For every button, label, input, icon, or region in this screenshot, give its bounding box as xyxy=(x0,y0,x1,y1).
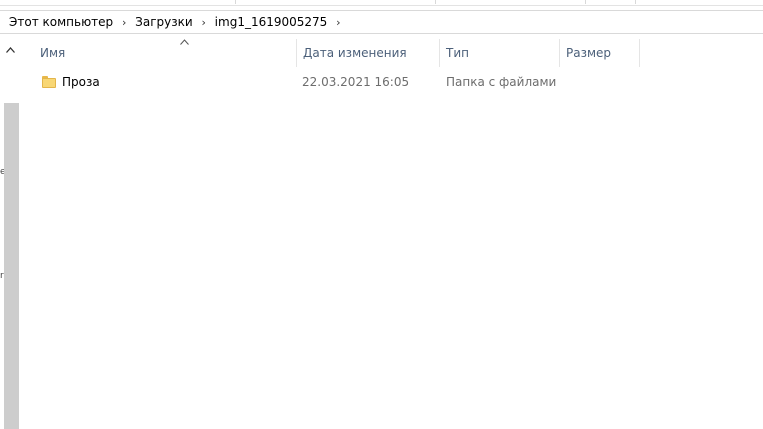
navigation-pane: e r xyxy=(0,39,20,429)
file-list: Проза 22.03.2021 16:05 Папка с файлами xyxy=(20,69,763,429)
folder-icon xyxy=(42,76,56,88)
scroll-up-arrow-icon[interactable] xyxy=(2,41,18,59)
file-date: 22.03.2021 16:05 xyxy=(302,75,410,89)
ribbon-strip xyxy=(0,0,763,6)
breadcrumb-downloads[interactable]: Загрузки xyxy=(135,15,193,29)
chevron-right-icon[interactable]: › xyxy=(113,16,135,29)
file-row[interactable]: Проза 22.03.2021 16:05 Папка с файлами xyxy=(20,71,560,93)
column-date-modified[interactable]: Дата изменения xyxy=(297,39,440,67)
column-size[interactable]: Размер xyxy=(560,39,640,67)
chevron-right-icon[interactable]: › xyxy=(327,16,349,29)
address-bar[interactable]: Этот компьютер › Загрузки › img1_1619005… xyxy=(0,10,763,34)
nav-scrollbar[interactable] xyxy=(4,103,19,429)
chevron-right-icon[interactable]: › xyxy=(193,16,215,29)
column-header: Имя Дата изменения Тип Размер xyxy=(20,39,763,69)
breadcrumb-this-pc[interactable]: Этот компьютер xyxy=(9,15,113,29)
file-name-cell[interactable]: Проза xyxy=(42,71,100,93)
breadcrumb-current-folder[interactable]: img1_1619005275 xyxy=(215,15,328,29)
file-name: Проза xyxy=(62,75,100,89)
column-name[interactable]: Имя xyxy=(20,39,297,67)
file-type: Папка с файлами xyxy=(446,75,557,89)
column-type[interactable]: Тип xyxy=(440,39,560,67)
